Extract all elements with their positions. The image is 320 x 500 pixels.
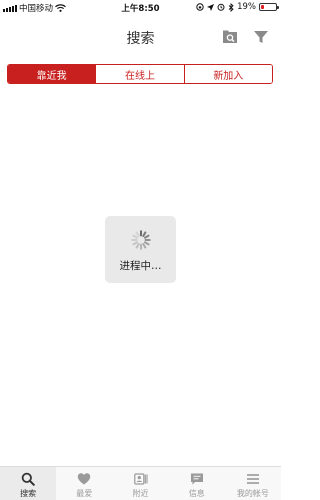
segment-online[interactable]: 在线上 [95,65,184,83]
app-screen: 中国移动 上午8:50 19% 搜索 靠近我 在线上 新加入 进程中… 搜索 最… [0,0,281,500]
tab-label: 搜索 [20,489,37,498]
menu-icon [246,474,259,484]
spinner-icon [131,230,151,250]
battery-level [261,5,264,9]
alarm-icon [217,3,225,11]
tab-messages[interactable]: 信息 [169,467,225,500]
segment-new[interactable]: 新加入 [183,65,272,83]
search-folder-icon[interactable] [222,29,238,45]
message-icon [190,473,203,485]
loading-text: 进程中… [119,260,162,272]
tab-label: 最爱 [76,489,93,498]
tab-search[interactable]: 搜索 [0,467,57,500]
tab-label: 信息 [188,489,205,498]
tab-label: 我的帐号 [236,489,269,498]
tab-label: 附近 [132,489,149,498]
tab-account[interactable]: 我的帐号 [225,467,281,500]
segmented-control: 靠近我 在线上 新加入 [7,64,273,84]
bluetooth-icon [228,2,234,12]
battery-percent: 19% [237,2,256,12]
status-right: 19% [196,2,279,12]
location-arrow-icon [207,3,215,11]
segment-nearby[interactable]: 靠近我 [8,65,96,83]
filter-icon[interactable] [253,29,269,45]
search-icon [21,472,35,486]
loading-hud: 进程中… [105,216,176,283]
rotation-lock-icon [196,3,204,11]
tab-favorites[interactable]: 最爱 [56,467,112,500]
tab-bar: 搜索 最爱 附近 信息 我的帐号 [0,466,281,500]
tab-nearby[interactable]: 附近 [112,467,168,500]
battery-icon [259,3,279,11]
heart-icon [78,473,91,485]
page-title: 搜索 [126,31,155,47]
contact-card-icon [133,473,148,485]
status-bar: 中国移动 上午8:50 19% [0,0,281,14]
